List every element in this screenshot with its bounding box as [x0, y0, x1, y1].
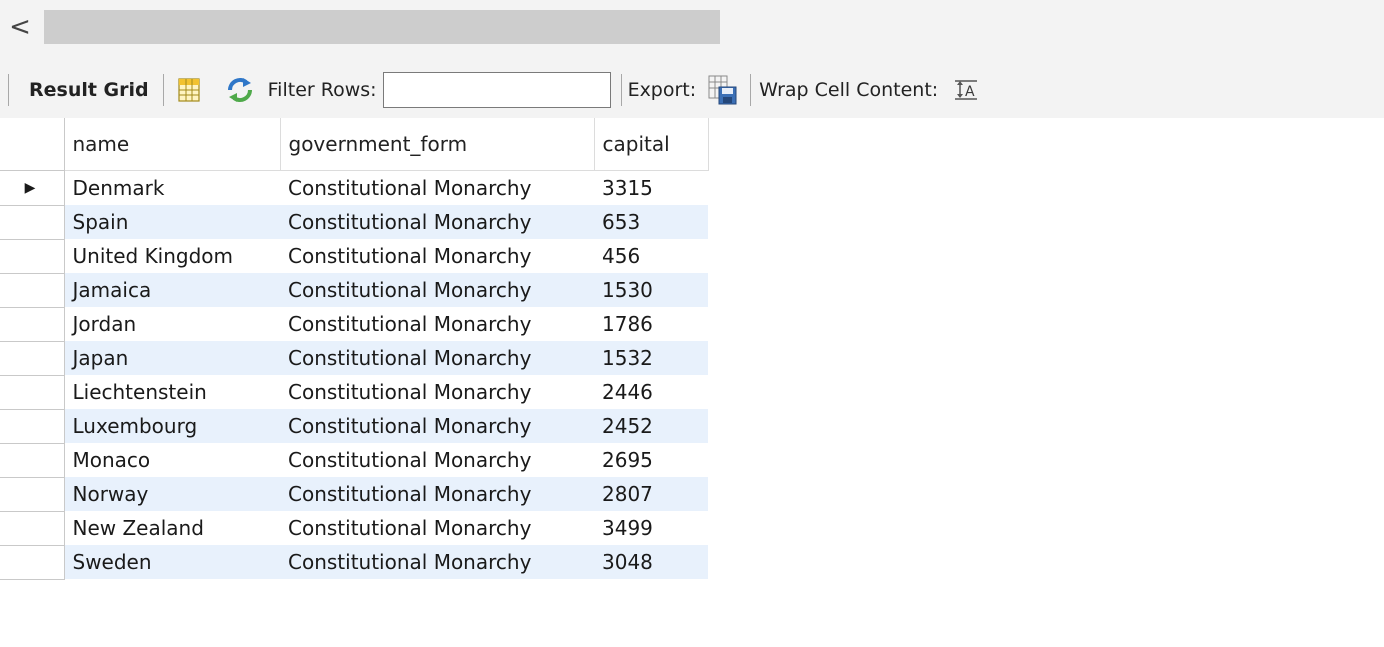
- row-header[interactable]: [0, 273, 65, 308]
- table-row[interactable]: Monaco Constitutional Monarchy 2695: [0, 443, 708, 478]
- cell-name[interactable]: Spain: [64, 205, 280, 239]
- scrollbar-thumb[interactable]: [44, 10, 720, 44]
- result-grid-table: name government_form capital ▶ Denmark Con…: [0, 118, 709, 580]
- filter-rows-label: Filter Rows:: [267, 79, 377, 101]
- filter-rows-input[interactable]: [382, 72, 611, 108]
- cell-name[interactable]: Sweden: [64, 545, 280, 579]
- grid-body: ▶ Denmark Constitutional Monarchy 3315 Spain…: [0, 170, 708, 580]
- column-header-name[interactable]: name: [64, 118, 281, 171]
- cell-government-form[interactable]: Constitutional Monarchy: [280, 477, 594, 511]
- scroll-left-arrow-icon[interactable]: <: [6, 10, 34, 44]
- toolbar-separator: [8, 74, 9, 106]
- cell-capital[interactable]: 1532: [594, 341, 708, 375]
- cell-name[interactable]: New Zealand: [64, 511, 280, 545]
- refresh-icon[interactable]: [226, 77, 254, 103]
- row-header[interactable]: [0, 443, 65, 478]
- table-row[interactable]: Jordan Constitutional Monarchy 1786: [0, 307, 708, 342]
- cell-government-form[interactable]: Constitutional Monarchy: [280, 170, 594, 205]
- toolbar-separator: [750, 74, 752, 106]
- toolbar-separator: [162, 74, 164, 106]
- cell-government-form[interactable]: Constitutional Monarchy: [280, 409, 594, 443]
- svg-text:A: A: [965, 84, 975, 100]
- column-header-capital[interactable]: capital: [594, 118, 709, 171]
- export-label: Export:: [627, 79, 697, 101]
- table-row[interactable]: Jamaica Constitutional Monarchy 1530: [0, 273, 708, 308]
- horizontal-scrollbar[interactable]: <: [0, 0, 1384, 62]
- table-row[interactable]: Norway Constitutional Monarchy 2807: [0, 477, 708, 512]
- table-row[interactable]: Luxembourg Constitutional Monarchy 2452: [0, 409, 708, 444]
- export-icon[interactable]: [708, 75, 738, 105]
- cell-capital[interactable]: 2695: [594, 443, 708, 477]
- cell-name[interactable]: United Kingdom: [64, 239, 280, 273]
- cell-capital[interactable]: 3499: [594, 511, 708, 545]
- cell-name[interactable]: Jamaica: [64, 273, 280, 307]
- cell-capital[interactable]: 3315: [594, 170, 708, 205]
- cell-capital[interactable]: 1786: [594, 307, 708, 341]
- cell-government-form[interactable]: Constitutional Monarchy: [280, 443, 594, 477]
- cell-government-form[interactable]: Constitutional Monarchy: [280, 375, 594, 409]
- row-header[interactable]: [0, 375, 65, 410]
- cell-capital[interactable]: 2807: [594, 477, 708, 511]
- table-row[interactable]: United Kingdom Constitutional Monarchy 456: [0, 239, 708, 274]
- cell-capital[interactable]: 456: [594, 239, 708, 273]
- row-header[interactable]: [0, 205, 65, 240]
- cell-government-form[interactable]: Constitutional Monarchy: [280, 307, 594, 341]
- table-row[interactable]: New Zealand Constitutional Monarchy 3499: [0, 511, 708, 546]
- grid-header-row: name government_form capital: [0, 118, 709, 171]
- table-row[interactable]: ▶ Denmark Constitutional Monarchy 3315: [0, 170, 708, 206]
- cell-government-form[interactable]: Constitutional Monarchy: [280, 545, 594, 579]
- wrap-cell-content-label: Wrap Cell Content:: [759, 79, 939, 101]
- cell-capital[interactable]: 1530: [594, 273, 708, 307]
- toolbar-separator: [620, 74, 622, 106]
- wrap-text-icon[interactable]: A: [954, 79, 978, 101]
- cell-government-form[interactable]: Constitutional Monarchy: [280, 205, 594, 239]
- cell-capital[interactable]: 2452: [594, 409, 708, 443]
- cell-government-form[interactable]: Constitutional Monarchy: [280, 511, 594, 545]
- cell-name[interactable]: Norway: [64, 477, 280, 511]
- row-header[interactable]: ▶: [0, 170, 65, 206]
- table-row[interactable]: Sweden Constitutional Monarchy 3048: [0, 545, 708, 580]
- cell-name[interactable]: Jordan: [64, 307, 280, 341]
- row-header[interactable]: [0, 511, 65, 546]
- cell-government-form[interactable]: Constitutional Monarchy: [280, 273, 594, 307]
- cell-name[interactable]: Japan: [64, 341, 280, 375]
- cell-government-form[interactable]: Constitutional Monarchy: [280, 341, 594, 375]
- cell-capital[interactable]: 653: [594, 205, 708, 239]
- row-header[interactable]: [0, 341, 65, 376]
- row-header[interactable]: [0, 307, 65, 342]
- cell-capital[interactable]: 3048: [594, 545, 708, 579]
- result-grid-toolbar: Result Grid Filter Rows: Export: Wrap Ce…: [0, 62, 1384, 118]
- result-grid-tab[interactable]: Result Grid: [29, 79, 149, 101]
- table-row[interactable]: Liechtenstein Constitutional Monarchy 2446: [0, 375, 708, 410]
- cell-capital[interactable]: 2446: [594, 375, 708, 409]
- row-header[interactable]: [0, 545, 65, 580]
- cell-name[interactable]: Liechtenstein: [64, 375, 280, 409]
- result-grid-panel: < Result Grid Filter Rows: Export: Wrap …: [0, 0, 1384, 647]
- table-row[interactable]: Japan Constitutional Monarchy 1532: [0, 341, 708, 376]
- row-header[interactable]: [0, 477, 65, 512]
- row-header[interactable]: [0, 239, 65, 274]
- cell-name[interactable]: Luxembourg: [64, 409, 280, 443]
- column-header-government-form[interactable]: government_form: [280, 118, 595, 171]
- row-header-corner[interactable]: [0, 118, 65, 171]
- cell-government-form[interactable]: Constitutional Monarchy: [280, 239, 594, 273]
- table-row[interactable]: Spain Constitutional Monarchy 653: [0, 205, 708, 240]
- current-row-arrow-icon: ▶: [24, 179, 36, 196]
- cell-name[interactable]: Denmark: [64, 170, 280, 205]
- grid-layout-icon[interactable]: [178, 78, 200, 102]
- row-header[interactable]: [0, 409, 65, 444]
- cell-name[interactable]: Monaco: [64, 443, 280, 477]
